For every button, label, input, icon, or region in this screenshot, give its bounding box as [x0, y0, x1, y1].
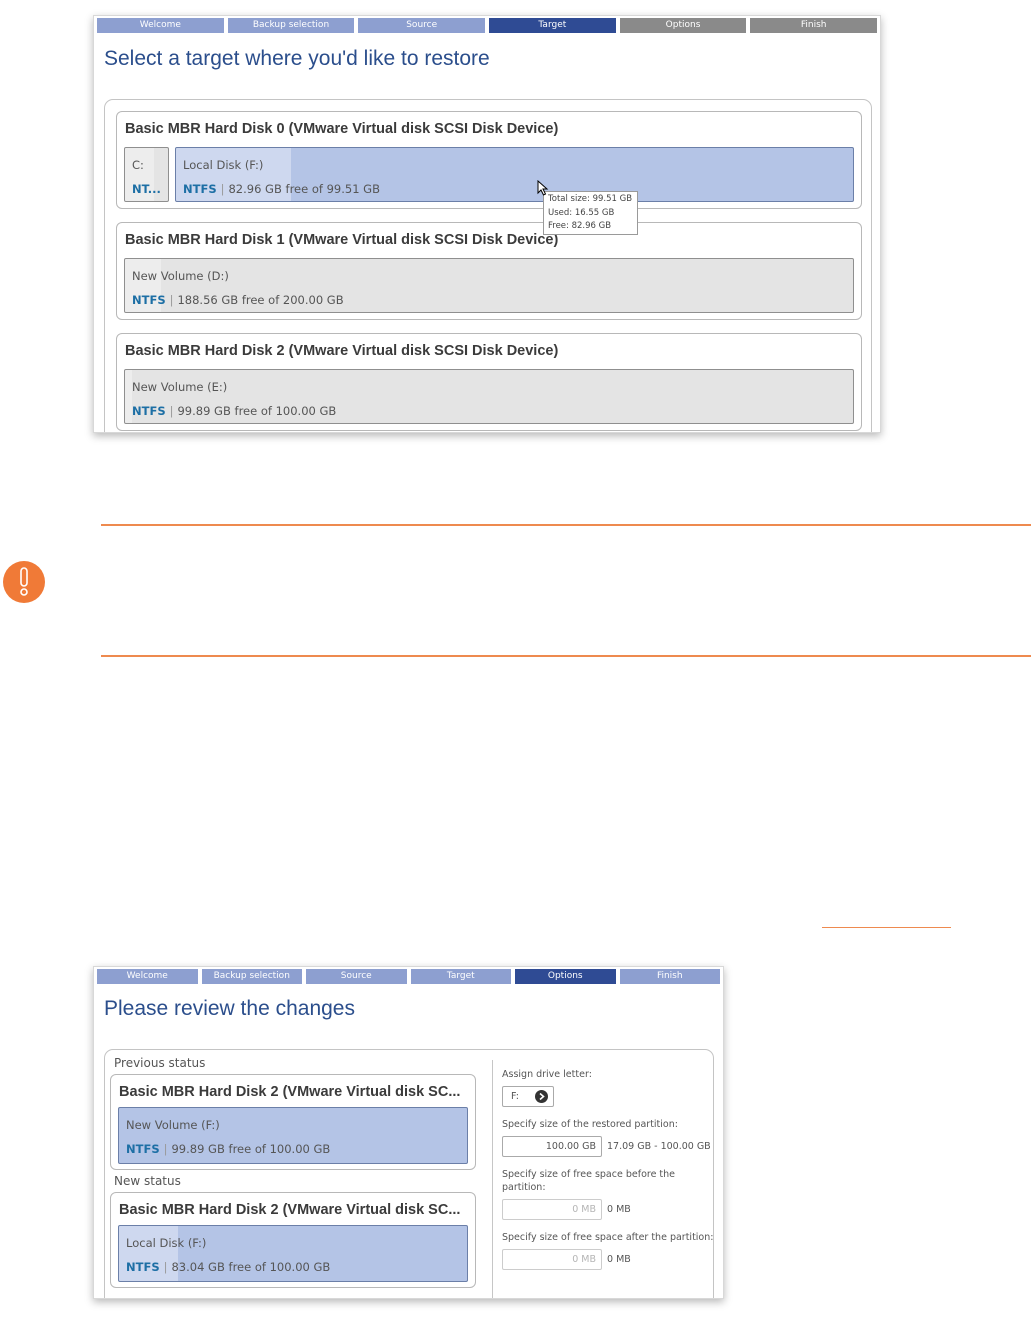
- disk-title: Basic MBR Hard Disk 2 (VMware Virtual di…: [119, 1084, 461, 1100]
- note-top-rule: [101, 524, 1031, 526]
- link-underline: [822, 927, 951, 928]
- previous-status-disk: Basic MBR Hard Disk 2 (VMware Virtual di…: [110, 1074, 476, 1170]
- alert-icon: [3, 561, 45, 603]
- step-welcome[interactable]: Welcome: [97, 969, 198, 984]
- disk-1: Basic MBR Hard Disk 1 (VMware Virtual di…: [116, 222, 862, 320]
- step-options[interactable]: Options: [619, 18, 747, 33]
- free-after-hint: 0 MB: [607, 1254, 631, 1265]
- partition-tooltip: Total size: 99.51 GB Used: 16.55 GB Free…: [543, 191, 638, 235]
- disk-title: Basic MBR Hard Disk 0 (VMware Virtual di…: [125, 121, 559, 137]
- tooltip-total-size: Total size: 99.51 GB: [548, 194, 633, 204]
- filesystem-label: NTFS: [132, 293, 166, 307]
- step-source[interactable]: Source: [358, 18, 486, 33]
- partition-local-disk-f[interactable]: Local Disk (F:) NTFS | 82.96 GB free of 99…: [175, 147, 854, 202]
- page-title: Please review the changes: [104, 997, 355, 1020]
- disk-list: Basic MBR Hard Disk 0 (VMware Virtual di…: [104, 99, 872, 432]
- new-status-label: New status: [114, 1174, 181, 1188]
- free-after-label: Specify size of free space after the par…: [502, 1232, 714, 1243]
- step-backup-selection[interactable]: Backup selection: [227, 18, 355, 33]
- partition-name: New Volume (E:): [132, 380, 228, 394]
- previous-partition[interactable]: New Volume (F:) NTFS | 99.89 GB free of 10…: [118, 1107, 468, 1164]
- step-finish[interactable]: Finish: [619, 969, 720, 984]
- free-before-hint: 0 MB: [607, 1204, 631, 1215]
- tooltip-free: Free: 82.96 GB: [548, 221, 612, 231]
- previous-status-label: Previous status: [114, 1056, 206, 1070]
- partition-size-label: Specify size of the restored partition:: [502, 1119, 678, 1130]
- free-after-input[interactable]: 0 MB: [502, 1249, 602, 1270]
- free-space-info: 99.89 GB free of 100.00 GB: [171, 1142, 331, 1156]
- partition-name: Local Disk (F:): [183, 158, 264, 172]
- free-space-info: 83.04 GB free of 100.00 GB: [171, 1260, 331, 1274]
- free-before-label-cont: partition:: [502, 1182, 546, 1193]
- wizard-steps: Welcome Backup selection Source Target O…: [94, 967, 723, 984]
- free-space-info: 99.89 GB free of 100.00 GB: [177, 404, 337, 418]
- assign-drive-letter-label: Assign drive letter:: [502, 1069, 592, 1080]
- free-space-info: 82.96 GB free of 99.51 GB: [228, 182, 380, 196]
- free-before-input[interactable]: 0 MB: [502, 1199, 602, 1220]
- review-panel: Previous status Basic MBR Hard Disk 2 (V…: [104, 1049, 714, 1298]
- free-space-info: 188.56 GB free of 200.00 GB: [177, 293, 344, 307]
- new-status-disk: Basic MBR Hard Disk 2 (VMware Virtual di…: [110, 1192, 476, 1288]
- partition-c[interactable]: C: NT...: [124, 147, 169, 202]
- column-divider: [492, 1060, 493, 1298]
- step-target[interactable]: Target: [410, 969, 511, 984]
- partition-name: New Volume (F:): [126, 1118, 220, 1132]
- step-welcome[interactable]: Welcome: [97, 18, 224, 33]
- drive-letter-select[interactable]: F:: [502, 1086, 554, 1107]
- tooltip-used: Used: 16.55 GB: [548, 207, 615, 218]
- filesystem-label: NTFS: [126, 1142, 160, 1156]
- step-backup-selection[interactable]: Backup selection: [201, 969, 302, 984]
- drive-letter-value: F:: [511, 1091, 519, 1102]
- step-finish[interactable]: Finish: [750, 18, 878, 33]
- note-bottom-rule: [101, 655, 1031, 657]
- step-source[interactable]: Source: [306, 969, 407, 984]
- disk-0: Basic MBR Hard Disk 0 (VMware Virtual di…: [116, 111, 862, 209]
- partition-size-range: 17.09 GB - 100.00 GB: [607, 1141, 711, 1152]
- disk-2: Basic MBR Hard Disk 2 (VMware Virtual di…: [116, 333, 862, 431]
- filesystem-label: NTFS: [126, 1260, 160, 1274]
- partition-name: C:: [132, 158, 144, 172]
- filesystem-label: NT...: [132, 182, 161, 196]
- target-screen: Welcome Backup selection Source Target O…: [93, 15, 881, 433]
- partition-size-input[interactable]: 100.00 GB: [502, 1136, 602, 1157]
- filesystem-label: NTFS: [132, 404, 166, 418]
- partition-new-volume-e[interactable]: New Volume (E:) NTFS | 99.89 GB free of 10…: [124, 369, 854, 424]
- mouse-cursor-icon: [537, 180, 549, 196]
- options-screen: Welcome Backup selection Source Target O…: [93, 966, 724, 1299]
- step-options[interactable]: Options: [515, 969, 616, 984]
- step-target[interactable]: Target: [489, 18, 616, 33]
- partition-name: Local Disk (F:): [126, 1236, 207, 1250]
- partition-name: New Volume (D:): [132, 269, 229, 283]
- disk-title: Basic MBR Hard Disk 2 (VMware Virtual di…: [119, 1202, 461, 1218]
- page-title: Select a target where you'd like to rest…: [104, 47, 490, 70]
- disk-title: Basic MBR Hard Disk 2 (VMware Virtual di…: [125, 343, 559, 359]
- free-before-label: Specify size of free space before the: [502, 1169, 676, 1180]
- new-partition[interactable]: Local Disk (F:) NTFS | 83.04 GB free of 10…: [118, 1225, 468, 1282]
- filesystem-label: NTFS: [183, 182, 217, 196]
- chevron-right-icon[interactable]: [535, 1090, 548, 1103]
- disk-title: Basic MBR Hard Disk 1 (VMware Virtual di…: [125, 232, 559, 248]
- partition-new-volume-d[interactable]: New Volume (D:) NTFS | 188.56 GB free of 2…: [124, 258, 854, 313]
- wizard-steps: Welcome Backup selection Source Target O…: [94, 16, 880, 33]
